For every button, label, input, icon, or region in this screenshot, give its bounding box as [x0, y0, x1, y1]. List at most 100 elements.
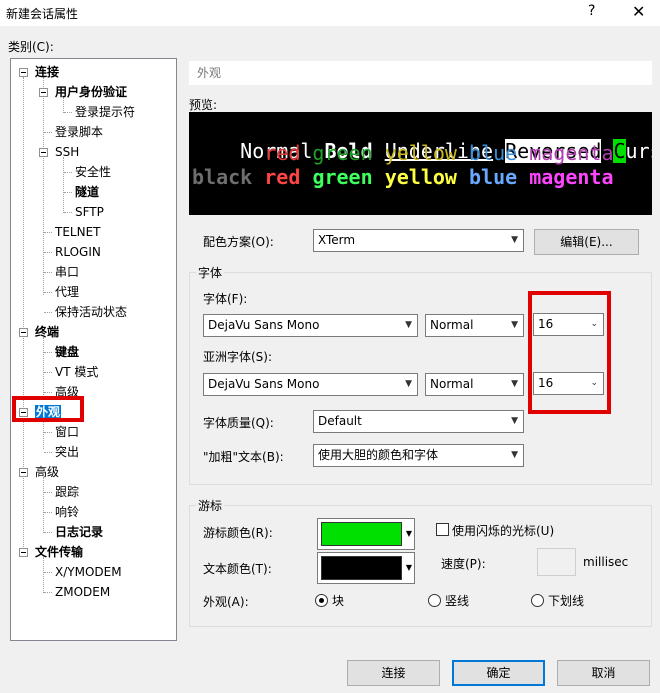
preview-yellow: yellow	[384, 141, 457, 165]
tree-item-rlogin[interactable]: RLOGIN	[55, 243, 101, 261]
tree-item-vt-mode[interactable]: VT 模式	[55, 363, 98, 381]
tree-item-highlight[interactable]: 突出	[55, 443, 79, 461]
preview-red: red	[264, 141, 301, 165]
radio-vertical-line[interactable]	[428, 594, 441, 607]
tree-item-user-auth[interactable]: 用户身份验证	[55, 83, 127, 101]
font-quality-value: Default	[318, 414, 362, 428]
section-title: 外观	[189, 61, 652, 85]
preview-bright-green: green	[312, 165, 373, 189]
collapse-icon[interactable]	[19, 468, 28, 477]
speed-input[interactable]	[537, 548, 576, 576]
annotation-red-box	[12, 396, 84, 422]
chevron-down-icon: ▼	[405, 529, 412, 538]
bold-text-select[interactable]: 使用大胆的颜色和字体 ▼	[313, 444, 524, 467]
collapse-icon[interactable]	[39, 148, 48, 157]
chevron-down-icon: ▼	[405, 379, 412, 389]
font-quality-select[interactable]: Default ▼	[313, 410, 524, 433]
category-tree[interactable]: 连接 用户身份验证 登录提示符 登录脚本 SSH 安全性 隧道 SFTP TEL…	[10, 58, 177, 641]
tree-item-ssh[interactable]: SSH	[55, 143, 79, 161]
chevron-down-icon: ▼	[511, 416, 518, 426]
tree-item-sftp[interactable]: SFTP	[75, 203, 104, 221]
tree-item-tunnel[interactable]: 隧道	[75, 183, 99, 201]
collapse-icon[interactable]	[39, 88, 48, 97]
tree-item-login-script[interactable]: 登录脚本	[55, 123, 103, 141]
tree-line	[44, 512, 52, 513]
font-group-legend: 字体	[198, 266, 223, 280]
tree-line	[44, 232, 52, 233]
asian-font-style-select[interactable]: Normal ▼	[425, 373, 524, 396]
edit-scheme-button[interactable]: 编辑(E)...	[534, 229, 639, 255]
color-scheme-select[interactable]: XTerm ▼	[313, 229, 524, 252]
preview-cursor-rest: urse	[625, 139, 652, 163]
tree-line	[44, 452, 52, 453]
tree-line	[44, 352, 52, 353]
tree-line	[43, 337, 44, 397]
tree-item-trace[interactable]: 跟踪	[55, 483, 79, 501]
preview-bright-magenta: magenta	[529, 165, 614, 189]
tree-line	[64, 192, 72, 193]
tree-line	[44, 292, 52, 293]
font-select[interactable]: DejaVu Sans Mono ▼	[203, 314, 418, 337]
tree-item-serial[interactable]: 串口	[55, 263, 79, 281]
preview-line-3: black red green yellow blue magenta	[192, 165, 614, 189]
tree-line	[64, 172, 72, 173]
blink-cursor-checkbox[interactable]	[436, 523, 449, 536]
cursor-color-swatch	[321, 522, 402, 546]
tree-item-bell[interactable]: 响铃	[55, 503, 79, 521]
chevron-down-icon: ▼	[511, 379, 518, 389]
chevron-down-icon: ▼	[511, 450, 518, 460]
preview-label: 预览:	[189, 98, 218, 112]
preview-cursor: C	[613, 139, 626, 163]
tree-item-zmodem[interactable]: ZMODEM	[55, 583, 110, 601]
tree-line	[43, 77, 44, 295]
tree-line	[64, 112, 72, 113]
tree-item-telnet[interactable]: TELNET	[55, 223, 101, 241]
bold-text-label: "加粗"文本(B):	[203, 450, 284, 464]
tree-line	[43, 557, 44, 593]
blink-cursor-label: 使用闪烁的光标(U)	[452, 524, 555, 538]
tree-item-window[interactable]: 窗口	[55, 423, 79, 441]
tree-item-proxy[interactable]: 代理	[55, 283, 79, 301]
collapse-icon[interactable]	[19, 548, 28, 557]
help-button[interactable]: ?	[588, 3, 595, 19]
bold-text-value: 使用大胆的颜色和字体	[318, 448, 439, 462]
text-color-picker[interactable]: ▼	[317, 552, 415, 584]
tree-line	[43, 477, 44, 533]
radio-underline[interactable]	[531, 594, 544, 607]
cursor-shape-label: 外观(A):	[203, 595, 249, 609]
collapse-icon[interactable]	[19, 328, 28, 337]
radio-underline-label: 下划线	[548, 594, 585, 608]
asian-font-select[interactable]: DejaVu Sans Mono ▼	[203, 373, 418, 396]
preview-line-2: red green yellow blue magenta	[192, 141, 613, 165]
radio-block[interactable]	[315, 594, 328, 607]
preview-green: green	[312, 141, 373, 165]
tree-line	[44, 252, 52, 253]
category-label: 类别(C):	[8, 40, 54, 54]
cursor-color-picker[interactable]: ▼	[317, 518, 415, 550]
tree-item-xymodem[interactable]: X/YMODEM	[55, 563, 122, 581]
tree-line	[44, 132, 52, 133]
cursor-group-legend: 游标	[198, 499, 223, 513]
tree-item-security[interactable]: 安全性	[75, 163, 111, 181]
tree-item-advanced-root[interactable]: 高级	[35, 463, 59, 481]
asian-font-label: 亚洲字体(S):	[203, 350, 273, 364]
tree-item-connection[interactable]: 连接	[35, 63, 59, 81]
tree-item-terminal[interactable]: 终端	[35, 323, 59, 341]
ok-button[interactable]: 确定	[452, 660, 545, 686]
cancel-button[interactable]: 取消	[557, 660, 650, 686]
font-style-select[interactable]: Normal ▼	[425, 314, 524, 337]
tree-item-keepalive[interactable]: 保持活动状态	[55, 303, 127, 321]
tree-item-file-transfer[interactable]: 文件传输	[35, 543, 83, 561]
asian-font-style-value: Normal	[430, 377, 474, 391]
window-title: 新建会话属性	[6, 7, 79, 21]
tree-item-logging[interactable]: 日志记录	[55, 523, 103, 541]
tree-item-keyboard[interactable]: 键盘	[55, 343, 79, 361]
text-color-label: 文本颜色(T):	[203, 562, 272, 576]
connect-button[interactable]: 连接	[347, 660, 440, 686]
font-style-value: Normal	[430, 318, 474, 332]
annotation-red-box	[528, 291, 611, 414]
tree-line	[63, 157, 64, 213]
close-icon[interactable]: ✕	[632, 2, 645, 21]
collapse-icon[interactable]	[19, 68, 28, 77]
tree-item-login-prompt[interactable]: 登录提示符	[75, 103, 135, 121]
